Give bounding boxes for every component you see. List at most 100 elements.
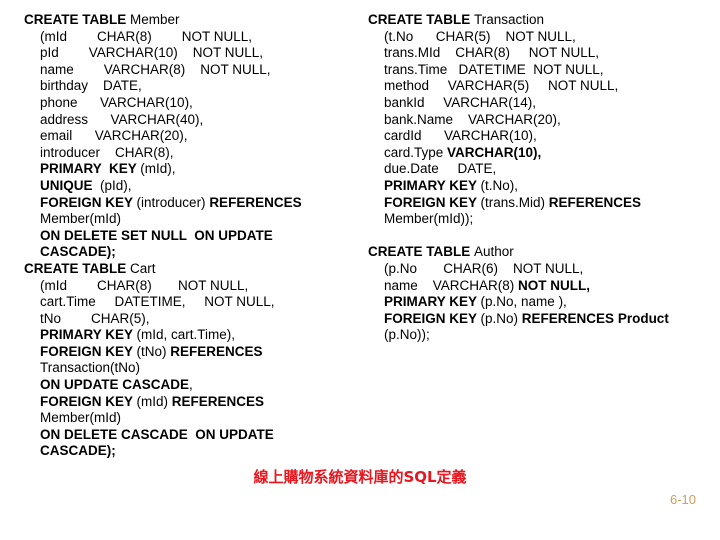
sql-keyword: PRIMARY KEY xyxy=(384,177,481,193)
sql-line xyxy=(368,228,708,245)
sql-line: address VARCHAR(40), xyxy=(24,112,364,129)
sql-line: introducer CHAR(8), xyxy=(24,145,364,162)
sql-keyword: NOT NULL, xyxy=(518,277,591,293)
sql-line: birthday DATE, xyxy=(24,78,364,95)
sql-text: phone VARCHAR(10), xyxy=(40,94,193,110)
sql-text: address VARCHAR(40), xyxy=(40,111,204,127)
sql-text: email VARCHAR(20), xyxy=(40,128,188,144)
sql-keyword: REFERENCES xyxy=(548,194,642,210)
sql-line: (mId CHAR(8) NOT NULL, xyxy=(24,29,364,46)
sql-text: cart.Time DATETIME, NOT NULL, xyxy=(40,294,275,310)
sql-line: bank.Name VARCHAR(20), xyxy=(368,112,708,129)
sql-text: Member(mId)); xyxy=(384,211,474,227)
sql-text: tNo CHAR(5), xyxy=(40,310,150,326)
sql-line: (p.No CHAR(6) NOT NULL, xyxy=(368,261,708,278)
sql-text: (mId CHAR(8) NOT NULL, xyxy=(40,28,253,44)
sql-text: (p.No CHAR(6) NOT NULL, xyxy=(384,260,584,276)
sql-line: CREATE TABLE Transaction xyxy=(368,12,708,29)
sql-text: (mId), xyxy=(140,161,176,177)
sql-text: (p.No)); xyxy=(384,327,430,343)
sql-line: due.Date DATE, xyxy=(368,161,708,178)
sql-line: cart.Time DATETIME, NOT NULL, xyxy=(24,294,364,311)
sql-keyword: CREATE TABLE xyxy=(24,12,130,27)
sql-line: Member(mId) xyxy=(24,211,364,228)
sql-line: trans.MId CHAR(8) NOT NULL, xyxy=(368,45,708,62)
sql-text: (introducer) xyxy=(136,194,210,210)
sql-line: CREATE TABLE Member xyxy=(24,12,364,29)
sql-line: name VARCHAR(8) NOT NULL, xyxy=(368,278,708,295)
sql-text: method VARCHAR(5) NOT NULL, xyxy=(384,78,619,94)
sql-keyword: CASCADE); xyxy=(40,443,116,459)
sql-keyword: VARCHAR(10), xyxy=(447,144,542,160)
sql-line: Member(mId) xyxy=(24,410,364,427)
sql-text: bank.Name VARCHAR(20), xyxy=(384,111,561,127)
sql-line: card.Type VARCHAR(10), xyxy=(368,145,708,162)
sql-text: , xyxy=(189,377,193,393)
sql-line: CREATE TABLE Author xyxy=(368,244,708,261)
page-number: 6-10 xyxy=(669,492,696,507)
sql-line: FOREIGN KEY (p.No) REFERENCES Product xyxy=(368,311,708,328)
sql-keyword: CREATE TABLE xyxy=(368,244,474,260)
sql-line: PRIMARY KEY (t.No), xyxy=(368,178,708,195)
sql-line: (mId CHAR(8) NOT NULL, xyxy=(24,278,364,295)
sql-keyword: REFERENCES Product xyxy=(521,310,669,326)
sql-line: ON DELETE CASCADE ON UPDATE xyxy=(24,427,364,444)
sql-line: tNo CHAR(5), xyxy=(24,311,364,328)
sql-keyword: PRIMARY KEY xyxy=(40,161,141,177)
sql-line: pId VARCHAR(10) NOT NULL, xyxy=(24,45,364,62)
sql-text: (t.No CHAR(5) NOT NULL, xyxy=(384,28,576,44)
sql-line: PRIMARY KEY (mId), xyxy=(24,161,364,178)
sql-text: birthday DATE, xyxy=(40,78,142,94)
sql-keyword: CREATE TABLE xyxy=(368,12,474,27)
sql-text: (mId CHAR(8) NOT NULL, xyxy=(40,277,249,293)
sql-line: (p.No)); xyxy=(368,327,708,344)
sql-keyword: CASCADE); xyxy=(40,244,116,260)
sql-line: Member(mId)); xyxy=(368,211,708,228)
sql-text: (t.No), xyxy=(480,177,519,193)
sql-line: bankId VARCHAR(14), xyxy=(368,95,708,112)
sql-text: introducer CHAR(8), xyxy=(40,144,174,160)
sql-keyword: ON DELETE SET NULL ON UPDATE xyxy=(40,227,273,243)
sql-line: ON UPDATE CASCADE, xyxy=(24,377,364,394)
sql-text: due.Date DATE, xyxy=(384,161,497,177)
sql-keyword: FOREIGN KEY xyxy=(40,194,137,210)
sql-text: name VARCHAR(8) NOT NULL, xyxy=(40,61,271,77)
sql-text: (pId), xyxy=(96,177,132,193)
sql-text: (p.No, name ), xyxy=(480,294,567,310)
sql-left-column: CREATE TABLE Member (mId CHAR(8) NOT NULL… xyxy=(24,12,364,460)
sql-line: ON DELETE SET NULL ON UPDATE xyxy=(24,228,364,245)
sql-line: phone VARCHAR(10), xyxy=(24,95,364,112)
sql-text: name VARCHAR(8) xyxy=(384,277,519,293)
sql-line: FOREIGN KEY (trans.Mid) REFERENCES xyxy=(368,195,708,212)
sql-text: Cart xyxy=(130,260,156,276)
sql-line: PRIMARY KEY (p.No, name ), xyxy=(368,294,708,311)
sql-line: CASCADE); xyxy=(24,443,364,460)
sql-text: Transaction(tNo) xyxy=(40,360,141,376)
sql-text: pId VARCHAR(10) NOT NULL, xyxy=(40,45,264,61)
slide-caption: 線上購物系統資料庫的SQL定義 xyxy=(253,468,467,486)
sql-line: CREATE TABLE Cart xyxy=(24,261,364,278)
sql-line: method VARCHAR(5) NOT NULL, xyxy=(368,78,708,95)
sql-line: FOREIGN KEY (mId) REFERENCES xyxy=(24,394,364,411)
sql-line: CASCADE); xyxy=(24,244,364,261)
sql-keyword: FOREIGN KEY xyxy=(40,343,137,359)
sql-keyword: FOREIGN KEY xyxy=(40,393,137,409)
sql-text: (mId, cart.Time), xyxy=(136,327,236,343)
sql-line: email VARCHAR(20), xyxy=(24,128,364,145)
sql-line: UNIQUE (pId), xyxy=(24,178,364,195)
sql-text: (tNo) xyxy=(136,343,171,359)
sql-text: Author xyxy=(474,244,514,260)
sql-line: (t.No CHAR(5) NOT NULL, xyxy=(368,29,708,46)
sql-text: bankId VARCHAR(14), xyxy=(384,94,537,110)
sql-line: FOREIGN KEY (tNo) REFERENCES xyxy=(24,344,364,361)
sql-right-column: CREATE TABLE Transaction (t.No CHAR(5) NO… xyxy=(368,12,708,344)
sql-line: FOREIGN KEY (introducer) REFERENCES xyxy=(24,195,364,212)
sql-line: cardId VARCHAR(10), xyxy=(368,128,708,145)
sql-line: trans.Time DATETIME NOT NULL, xyxy=(368,62,708,79)
sql-keyword: ON DELETE CASCADE ON UPDATE xyxy=(40,426,274,442)
sql-text: Member(mId) xyxy=(40,211,122,227)
slide-canvas: CREATE TABLE Member (mId CHAR(8) NOT NULL… xyxy=(0,0,720,540)
sql-keyword: REFERENCES xyxy=(209,194,302,210)
sql-text: (trans.Mid) xyxy=(480,194,549,210)
sql-text: (p.No) xyxy=(480,310,522,326)
